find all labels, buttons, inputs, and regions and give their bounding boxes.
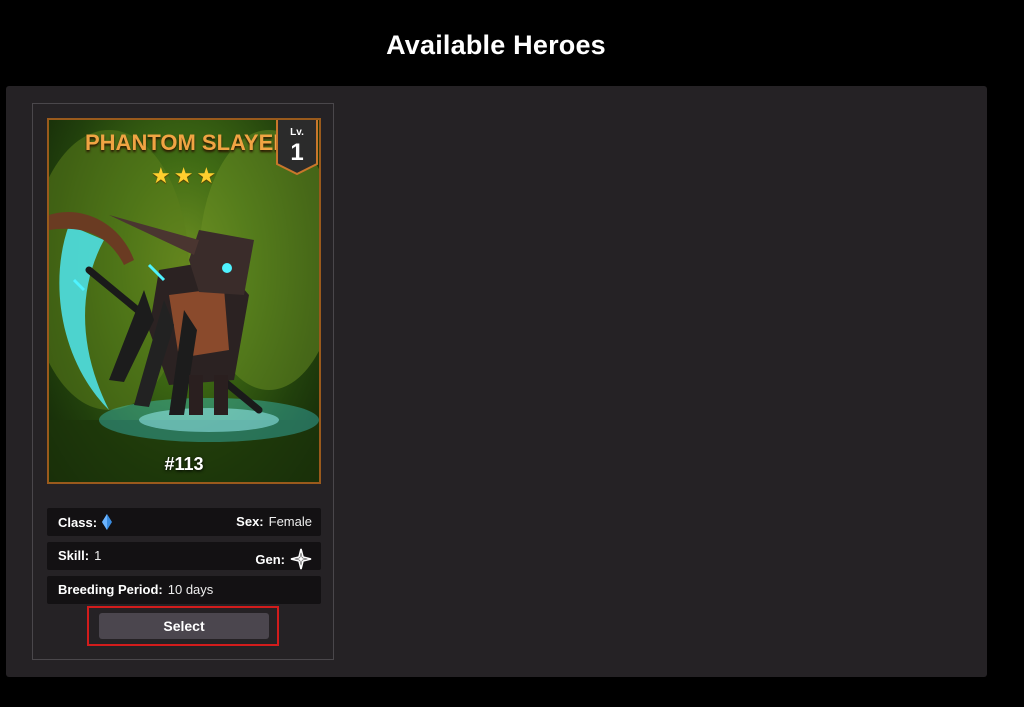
blue-crystal-icon — [102, 514, 113, 530]
select-button[interactable]: Select — [99, 613, 269, 639]
level-value: 1 — [290, 139, 304, 166]
hero-portrait: PHANTOM SLAYER ★★★ Lv. 1 #113 — [47, 118, 321, 484]
breeding-period-value: 10 days — [167, 582, 214, 597]
class-label: Class: — [58, 514, 98, 530]
stat-row-class-sex: Class: Sex: Female — [47, 508, 321, 536]
stat-row-breeding: Breeding Period: 10 days — [47, 576, 321, 604]
breeding-period-label: Breeding Period: — [58, 582, 163, 597]
gen-label: Gen: — [255, 551, 285, 567]
select-button-highlight[interactable]: Select — [87, 606, 279, 646]
level-badge: Lv. 1 — [275, 120, 319, 176]
skill-label: Skill: — [58, 548, 90, 563]
stat-row-skill-gen: Skill: 1 Gen: — [47, 542, 321, 570]
page-title: Available Heroes — [386, 30, 606, 60]
sex-value: Female — [268, 514, 312, 529]
gen-star-icon — [290, 548, 312, 570]
skill-value: 1 — [94, 548, 102, 563]
hero-name: PHANTOM SLAYER — [85, 130, 290, 155]
hero-card[interactable]: PHANTOM SLAYER ★★★ Lv. 1 #113 Class: Sex… — [32, 103, 334, 660]
hero-id: #113 — [164, 454, 204, 474]
star-rating: ★★★ — [151, 164, 220, 189]
level-label: Lv. — [290, 127, 304, 138]
sex-label: Sex: — [236, 514, 264, 529]
heroes-panel: PHANTOM SLAYER ★★★ Lv. 1 #113 Class: Sex… — [6, 86, 987, 677]
